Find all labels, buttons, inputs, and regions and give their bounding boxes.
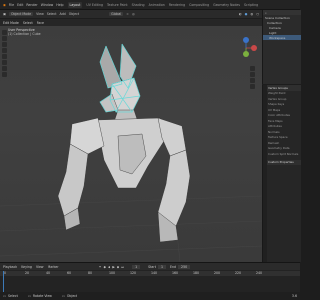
tick-label: 140 [151, 271, 158, 275]
status-bar: ▭ Select ▭ Rotate View ▭ Object 3.6 [0, 292, 300, 300]
tick-label: 40 [46, 271, 51, 275]
property-row[interactable]: Custom Split Normals [263, 151, 301, 157]
shading-material-icon[interactable]: ◍ [250, 12, 253, 16]
tab-shading[interactable]: Shading [132, 3, 145, 7]
tick-label: 200 [214, 271, 221, 275]
timeline-header: Playback Keying View Marker ⏮ ◆ ◀ ▶ ◆ ⏭ … [0, 263, 300, 270]
jump-end-icon[interactable]: ⏭ [121, 265, 124, 269]
tick-label: 60 [67, 271, 72, 275]
tick-label: 160 [172, 271, 179, 275]
tab-animation[interactable]: Animation [149, 3, 165, 7]
tab-geometry-nodes[interactable]: Geometry Nodes [213, 3, 240, 7]
current-frame-field[interactable]: 1 [132, 264, 141, 269]
viewport-header: ▣ Object Mode View Select Add Object Glo… [0, 10, 262, 18]
mouse-left-icon: ▭ [3, 294, 7, 298]
playhead[interactable] [3, 271, 4, 293]
tick-label: 0 [4, 271, 7, 275]
jump-start-icon[interactable]: ⏮ [99, 265, 102, 269]
select-menu[interactable]: Select [47, 12, 57, 16]
top-menu-bar: ◉ File Edit Render Window Help Layout UV… [0, 0, 300, 10]
prev-key-icon[interactable]: ◆ [103, 265, 105, 269]
tool-face-label[interactable]: Face [37, 21, 44, 25]
menu-render[interactable]: Render [26, 3, 37, 7]
grid-icon[interactable] [250, 84, 255, 89]
mode-dropdown[interactable]: Object Mode [9, 12, 34, 16]
editor-type-icon[interactable]: ▣ [3, 12, 6, 16]
tick-label: 120 [130, 271, 137, 275]
snap-icon[interactable]: ⊹ [126, 12, 129, 16]
annotate-icon[interactable] [2, 66, 7, 71]
scale-icon[interactable] [2, 54, 7, 59]
camera-icon[interactable] [250, 78, 255, 83]
blender-logo-icon[interactable]: ◉ [3, 3, 6, 7]
status-menu: Object [66, 294, 78, 298]
status-select: Select [8, 294, 18, 298]
tick-label: 80 [88, 271, 93, 275]
version-label: 3.6 [291, 294, 297, 298]
menu-help[interactable]: Help [56, 3, 63, 7]
proportional-icon[interactable]: ◎ [132, 12, 135, 16]
add-menu[interactable]: Add [60, 12, 66, 16]
mouse-right-icon: ▭ [61, 294, 65, 298]
properties-panel: Vertex Groups Weight Paint Vertex Group … [262, 85, 301, 262]
tool-select-label[interactable]: Select [23, 21, 33, 25]
status-rotate: Rotate View [32, 294, 52, 298]
mesh-model[interactable] [0, 26, 262, 262]
outliner-panel: ⌕ Scene Collection Collection Camera Lig… [262, 10, 301, 84]
properties-tabs [263, 85, 267, 262]
next-key-icon[interactable]: ◆ [117, 265, 119, 269]
tab-scripting[interactable]: Scripting [244, 3, 258, 7]
orientation-dropdown[interactable]: Global [109, 12, 124, 16]
menu-edit[interactable]: Edit [17, 3, 23, 7]
overlay-icon[interactable]: ◐ [239, 12, 242, 16]
tool-header: Edit Mode Select Face [0, 19, 262, 26]
select-box-icon[interactable] [2, 30, 7, 35]
menu-file[interactable]: File [9, 3, 14, 7]
pan-hand-icon[interactable] [250, 72, 255, 77]
search-icon: ⌕ [265, 10, 267, 15]
timeline-view-menu[interactable]: View [36, 265, 44, 269]
zoom-icon[interactable] [250, 66, 255, 71]
start-frame-field[interactable]: 1 [157, 264, 166, 269]
tick-label: 180 [193, 271, 200, 275]
tick-label: 20 [25, 271, 30, 275]
view-menu[interactable]: View [36, 12, 44, 16]
transform-icon[interactable] [2, 60, 7, 65]
tab-texture-paint[interactable]: Texture Paint [107, 3, 128, 7]
timeline-ruler[interactable]: 0 20 40 60 80 100 120 140 160 180 200 22… [0, 271, 300, 293]
object-menu[interactable]: Object [69, 12, 79, 16]
outliner-item-selected[interactable]: Workspace [263, 35, 301, 40]
tick-label: 220 [235, 271, 242, 275]
play-icon[interactable]: ▶ [112, 265, 114, 269]
3d-viewport[interactable]: User Perspective (1) Collection | Cube [0, 26, 262, 262]
tick-label: 100 [109, 271, 116, 275]
shading-solid-icon[interactable]: ● [245, 12, 248, 16]
tick-label: 240 [256, 271, 263, 275]
nav-buttons [250, 66, 258, 90]
end-label: End [169, 264, 177, 269]
mouse-middle-icon: ▭ [27, 294, 31, 298]
cursor-icon[interactable] [2, 36, 7, 41]
tool-mode-label[interactable]: Edit Mode [3, 21, 19, 25]
rotate-icon[interactable] [2, 48, 7, 53]
tab-uv-editing[interactable]: UV Editing [86, 3, 103, 7]
menu-window[interactable]: Window [41, 3, 54, 7]
measure-icon[interactable] [2, 72, 7, 77]
tab-compositing[interactable]: Compositing [189, 3, 209, 7]
move-icon[interactable] [2, 42, 7, 47]
play-reverse-icon[interactable]: ◀ [108, 265, 110, 269]
end-frame-field[interactable]: 250 [178, 264, 191, 269]
custom-properties-header[interactable]: Custom Properties [263, 159, 301, 165]
tab-rendering[interactable]: Rendering [169, 3, 185, 7]
left-toolbar [2, 30, 7, 78]
start-label: Start [148, 264, 156, 269]
shading-rendered-icon[interactable]: ○ [256, 12, 259, 16]
playback-menu[interactable]: Playback [3, 265, 17, 269]
tab-layout[interactable]: Layout [67, 1, 83, 8]
keying-menu[interactable]: Keying [21, 265, 32, 269]
marker-menu[interactable]: Marker [48, 265, 59, 269]
